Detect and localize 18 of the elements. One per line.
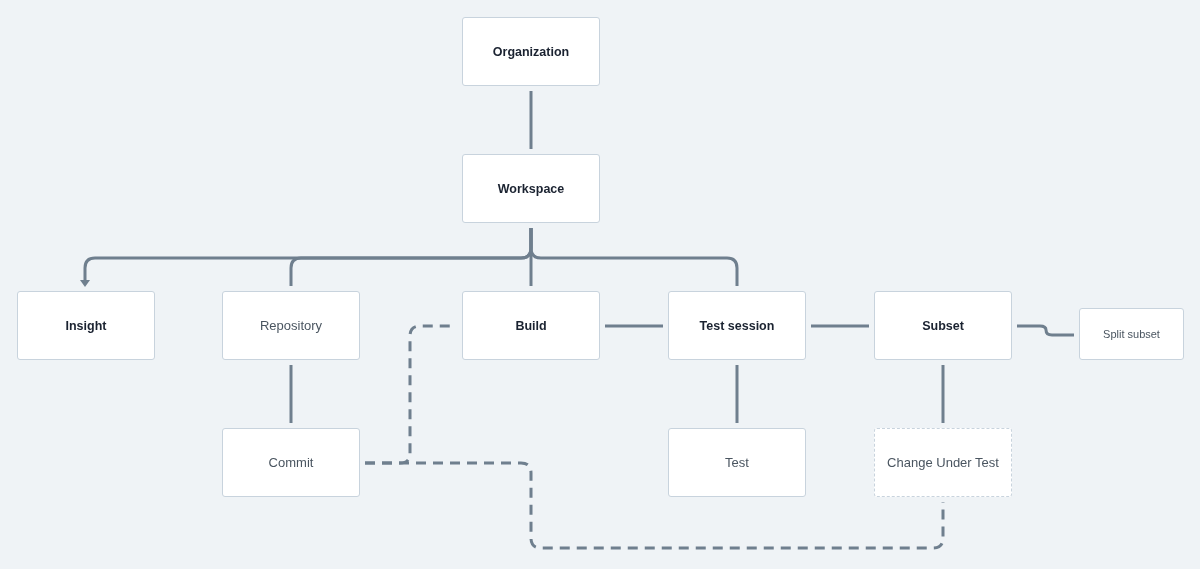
diagram-node: Test [668, 428, 806, 497]
diagram-node: Commit [222, 428, 360, 497]
connector-line [735, 365, 739, 423]
diagram-node: Organization [462, 17, 600, 86]
diagram-node: Test session [668, 291, 806, 360]
diagram-node: Split subset [1079, 308, 1184, 360]
connector-line [605, 324, 663, 328]
diagram-node: Subset [874, 291, 1012, 360]
connector-line [289, 365, 293, 423]
diagram-node: Build [462, 291, 600, 360]
connector-line [811, 324, 869, 328]
diagram-node: Workspace [462, 154, 600, 223]
diagram-node: Change Under Test [874, 428, 1012, 497]
connector-line [941, 365, 945, 423]
connector-line [1017, 324, 1074, 337]
diagram-node: Repository [222, 291, 360, 360]
diagram-node: Insight [17, 291, 155, 360]
connector-line [529, 91, 533, 149]
